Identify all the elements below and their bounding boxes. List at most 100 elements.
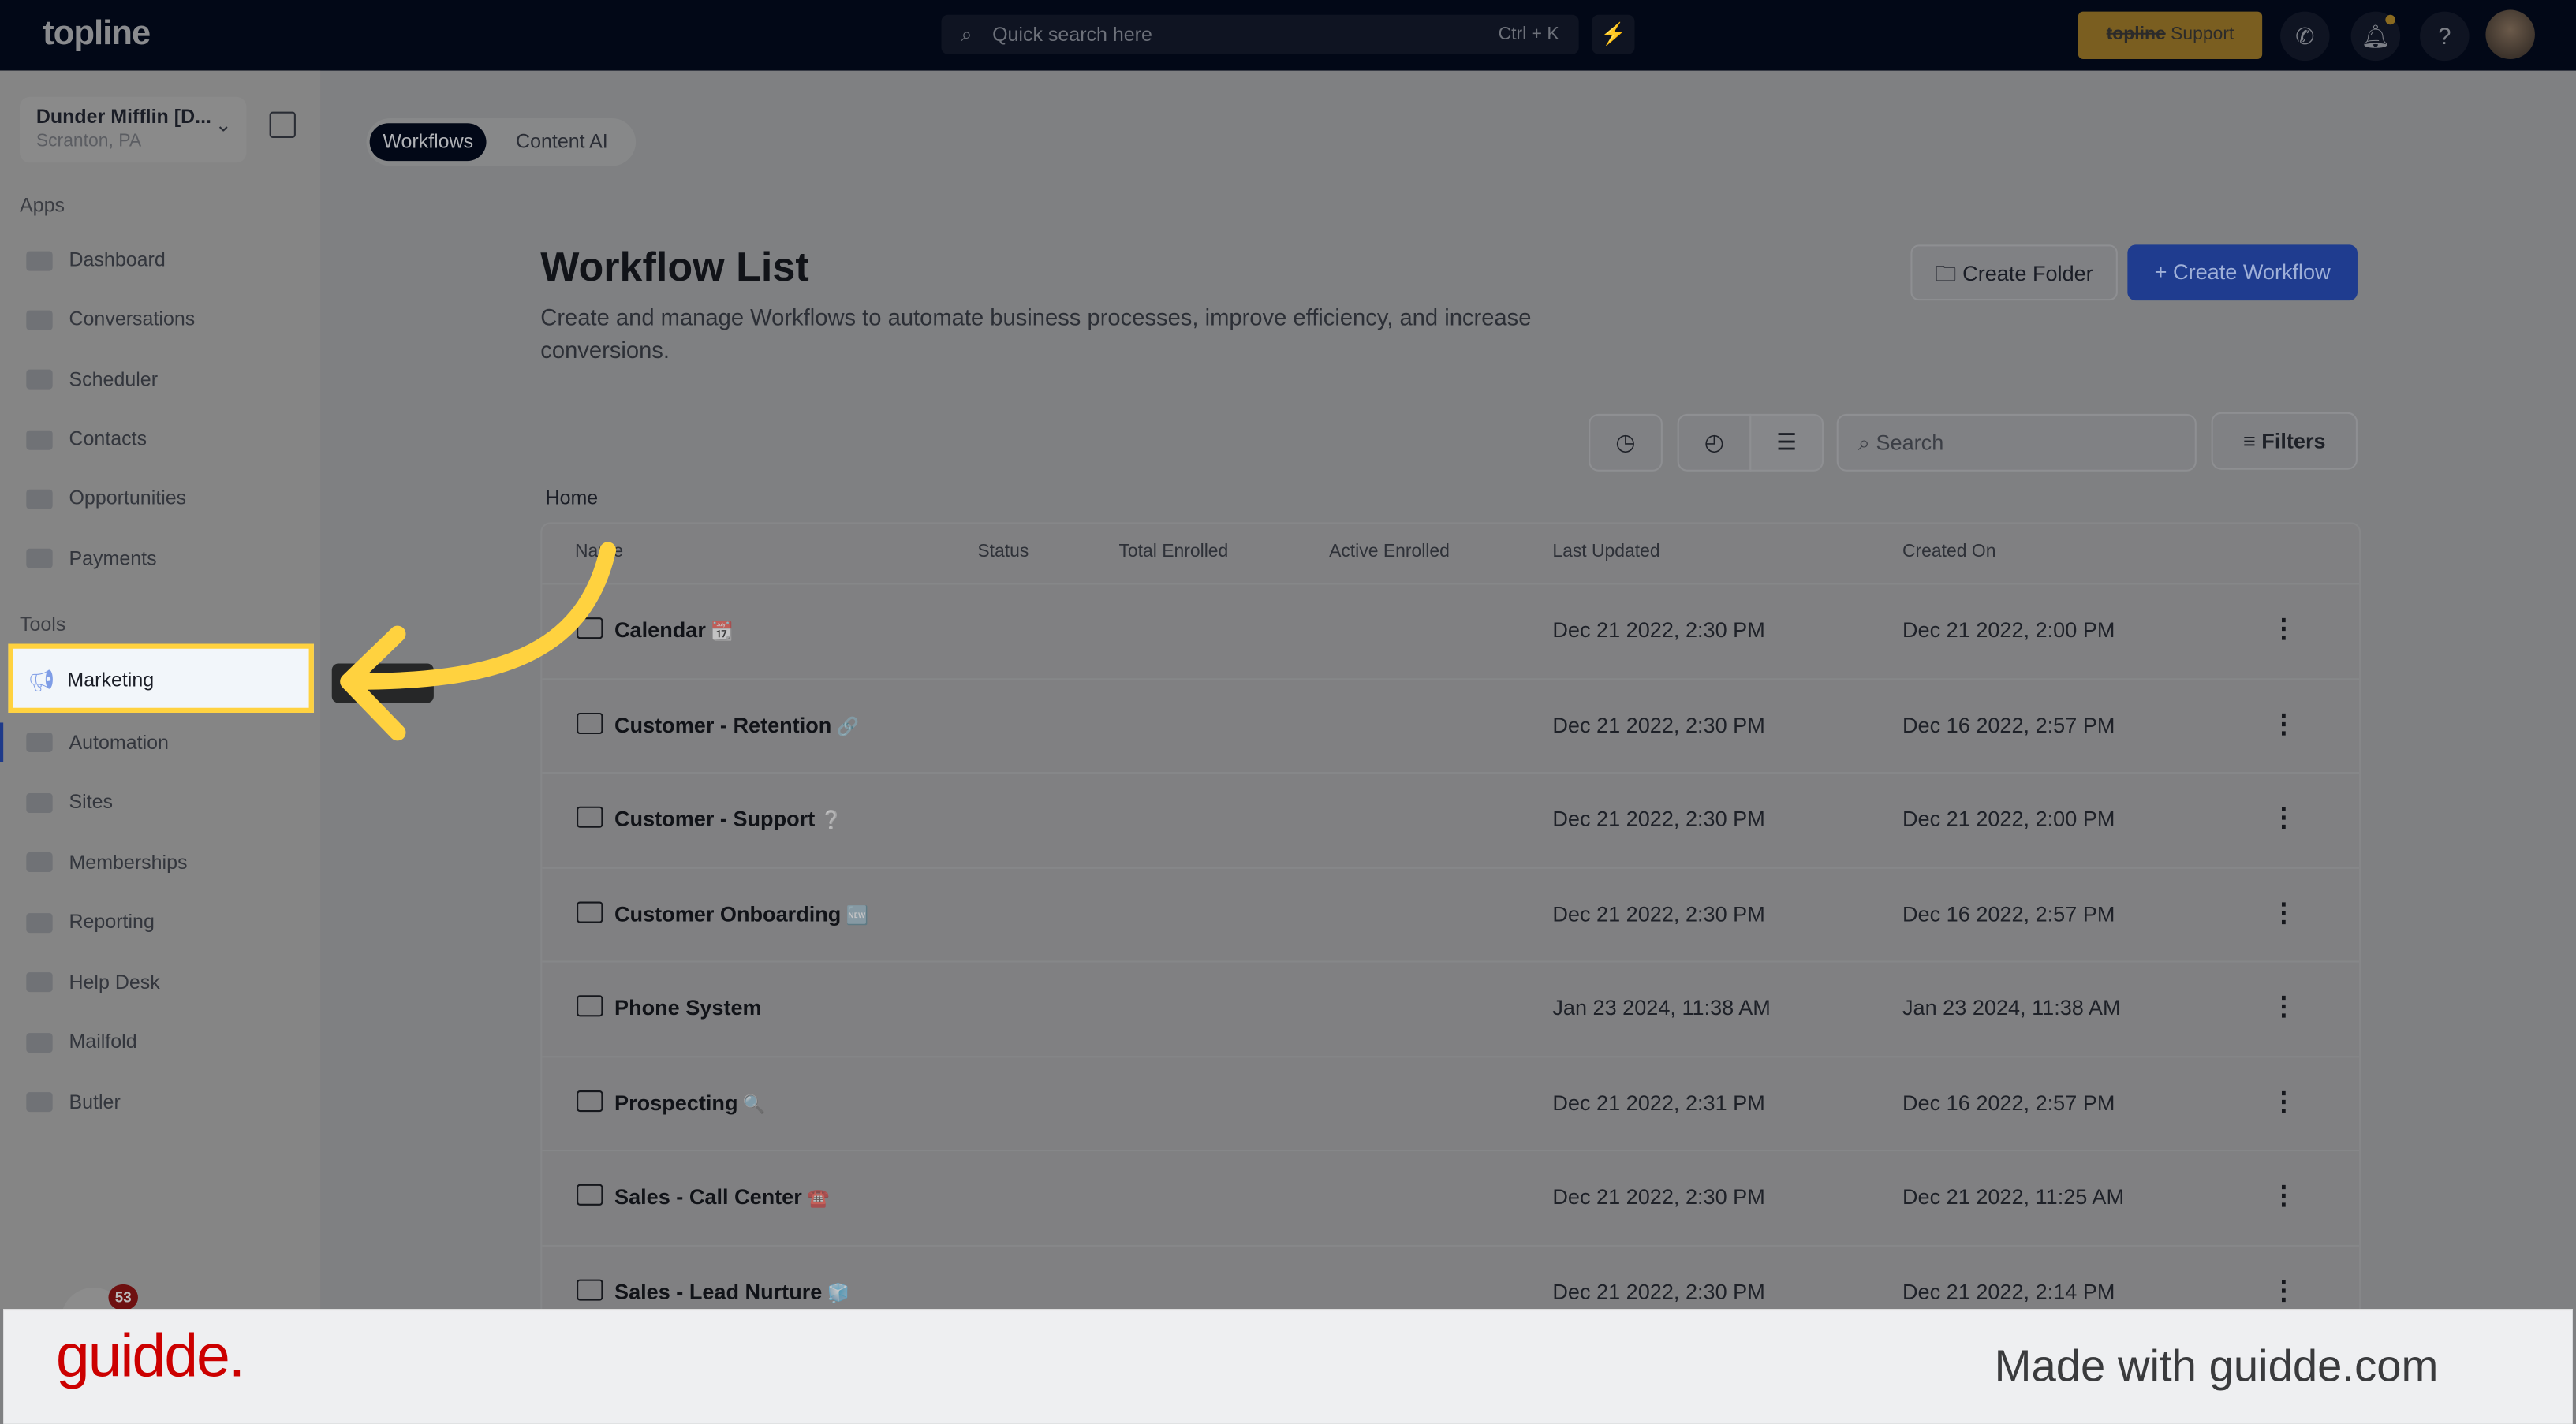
sidebar-item-marketing[interactable]: 📢︎ Marketing — [8, 643, 314, 713]
phone-icon[interactable]: ✆ — [2280, 11, 2330, 62]
more-options-icon[interactable]: ⋮ — [2271, 1085, 2297, 1118]
sidebar-item-label: Memberships — [69, 849, 188, 874]
row-name[interactable]: Phone System — [614, 995, 767, 1020]
more-options-icon[interactable]: ⋮ — [2271, 896, 2297, 929]
tab-bar: Workflows Content AI — [366, 117, 637, 166]
breadcrumb[interactable]: Home — [546, 486, 599, 509]
table-row[interactable]: Customer - Retention 🔗 Dec 21 2022, 2:30 P… — [542, 677, 2360, 774]
table-row[interactable]: Customer - Support ❔ Dec 21 2022, 2:30 PM D… — [542, 772, 2360, 868]
more-options-icon[interactable]: ⋮ — [2271, 1180, 2297, 1213]
create-folder-button[interactable]: 🗀 Create Folder — [1910, 244, 2118, 301]
support-button[interactable]: topline Support — [2078, 11, 2263, 59]
sidebar-item-mailfold[interactable]: Mailfold — [26, 1022, 314, 1061]
list-view-icon[interactable]: ☰ — [1749, 413, 1824, 472]
row-created-on: Dec 21 2022, 2:00 PM — [1902, 617, 2115, 643]
bolt-icon[interactable]: ⚡ — [1592, 14, 1635, 54]
sidebar-item-contacts[interactable]: Contacts — [26, 419, 314, 458]
col-total-enrolled[interactable]: Total Enrolled — [1118, 542, 1228, 561]
sidebar-item-payments[interactable]: Payments — [26, 538, 314, 577]
sidebar-item-automation[interactable]: Automation — [26, 721, 314, 761]
tab-content-ai[interactable]: Content AI — [502, 123, 621, 161]
folder-icon — [577, 806, 603, 828]
sidebar-collapse-icon[interactable] — [269, 111, 296, 138]
nav-icon — [26, 792, 53, 813]
tools-section-label: Tools — [19, 612, 66, 636]
row-emoji: ❔ — [819, 811, 843, 831]
page-title: Workflow List — [540, 244, 809, 291]
row-name[interactable]: Customer - Support ❔ — [614, 807, 842, 831]
row-created-on: Dec 16 2022, 2:57 PM — [1902, 1090, 2115, 1115]
sidebar-item-label: Reporting — [69, 909, 155, 934]
col-active-enrolled[interactable]: Active Enrolled — [1329, 542, 1450, 561]
filter-icon: ≡ — [2242, 428, 2262, 453]
quick-search-input[interactable]: ⌕ Quick search here Ctrl + K — [941, 14, 1579, 54]
workflow-table: Name Status Total Enrolled Active Enroll… — [540, 522, 2361, 1314]
tab-workflows[interactable]: Workflows — [369, 123, 487, 162]
more-options-icon[interactable]: ⋮ — [2271, 990, 2297, 1023]
col-status[interactable]: Status — [977, 542, 1029, 561]
row-name[interactable]: Customer Onboarding 🆕 — [614, 900, 868, 925]
table-row[interactable]: Prospecting 🔍 Dec 21 2022, 2:31 PM Dec 16 2… — [542, 1055, 2360, 1152]
table-header: Name Status Total Enrolled Active Enroll… — [542, 524, 2360, 585]
plus-icon: + — [2154, 259, 2174, 285]
row-name[interactable]: Customer - Retention 🔗 — [614, 712, 859, 736]
history-icon[interactable]: ◷ — [1589, 413, 1663, 472]
col-created-on[interactable]: Created On — [1902, 542, 1995, 561]
row-name[interactable]: Sales - Call Center ☎️ — [614, 1184, 830, 1209]
table-row[interactable]: Customer Onboarding 🆕 Dec 21 2022, 2:30 PM… — [542, 867, 2360, 963]
made-with-text: Made with guidde.com — [1994, 1341, 2439, 1392]
sidebar-item-opportunities[interactable]: Opportunities — [26, 479, 314, 518]
location-switcher[interactable]: Dunder Mifflin [D... Scranton, PA ⌄ — [19, 96, 247, 163]
more-options-icon[interactable]: ⋮ — [2271, 613, 2297, 646]
create-workflow-button[interactable]: + Create Workflow — [2127, 244, 2358, 301]
sidebar-item-help-desk[interactable]: Help Desk — [26, 962, 314, 1001]
row-created-on: Dec 16 2022, 2:57 PM — [1902, 711, 2115, 737]
search-icon: ⌕ — [1857, 430, 1876, 455]
sidebar-item-butler[interactable]: Butler — [26, 1082, 314, 1121]
folder-icon — [577, 995, 603, 1017]
table-row[interactable]: Sales - Call Center ☎️ Dec 21 2022, 2:30 P… — [542, 1150, 2360, 1246]
clock-view-icon[interactable]: ◴ — [1677, 413, 1752, 472]
row-emoji: 🧊 — [827, 1283, 850, 1303]
filters-button[interactable]: ≡ Filters — [2211, 412, 2358, 470]
col-last-updated[interactable]: Last Updated — [1552, 542, 1659, 561]
sidebar-item-scheduler[interactable]: Scheduler — [26, 359, 314, 398]
filters-label: Filters — [2261, 428, 2326, 453]
sidebar-item-label: Dashboard — [69, 248, 166, 271]
nav-icon — [26, 733, 53, 753]
topline-logo[interactable]: topline — [43, 15, 151, 54]
row-created-on: Dec 21 2022, 2:00 PM — [1902, 806, 2115, 831]
row-emoji: 🔗 — [836, 717, 860, 737]
nav-icon — [26, 489, 53, 509]
sidebar-item-label: Opportunities — [69, 486, 187, 510]
row-last-updated: Jan 23 2024, 11:38 AM — [1552, 995, 1771, 1020]
more-options-icon[interactable]: ⋮ — [2271, 801, 2297, 834]
more-options-icon[interactable]: ⋮ — [2271, 1273, 2297, 1307]
active-indicator — [0, 722, 4, 762]
notification-dot — [2385, 14, 2395, 25]
nav-icon — [26, 549, 53, 569]
sidebar-item-dashboard[interactable]: Dashboard — [26, 240, 314, 279]
sidebar-item-label: Marketing — [67, 668, 155, 691]
sidebar-item-reporting[interactable]: Reporting — [26, 902, 314, 941]
col-name[interactable]: Name — [575, 542, 623, 561]
sidebar-item-label: Contacts — [69, 427, 147, 450]
nav-icon — [26, 912, 53, 933]
help-icon[interactable]: ? — [2420, 11, 2470, 62]
search-input[interactable]: ⌕ Search — [1836, 413, 2197, 472]
sidebar-item-label: Sites — [69, 789, 114, 814]
sidebar-item-memberships[interactable]: Memberships — [26, 841, 314, 881]
table-row[interactable]: Sales - Lead Nurture 🧊 Dec 21 2022, 2:30 P… — [542, 1244, 2359, 1312]
table-row[interactable]: Phone System Jan 23 2024, 11:38 AM Jan 23 … — [542, 960, 2360, 1057]
table-row[interactable]: Calendar 📆 Dec 21 2022, 2:30 PM Dec 21 2022… — [542, 583, 2360, 680]
more-options-icon[interactable]: ⋮ — [2271, 707, 2297, 740]
row-created-on: Dec 21 2022, 2:14 PM — [1902, 1278, 2115, 1303]
row-last-updated: Dec 21 2022, 2:30 PM — [1552, 900, 1765, 926]
support-label: Support — [2171, 24, 2234, 45]
row-name[interactable]: Prospecting 🔍 — [614, 1090, 765, 1114]
sidebar-item-conversations[interactable]: Conversations — [26, 300, 314, 339]
row-name[interactable]: Calendar 📆 — [614, 617, 734, 642]
row-name[interactable]: Sales - Lead Nurture 🧊 — [614, 1279, 849, 1303]
avatar[interactable] — [2485, 9, 2535, 59]
sidebar-item-sites[interactable]: Sites — [26, 781, 314, 821]
